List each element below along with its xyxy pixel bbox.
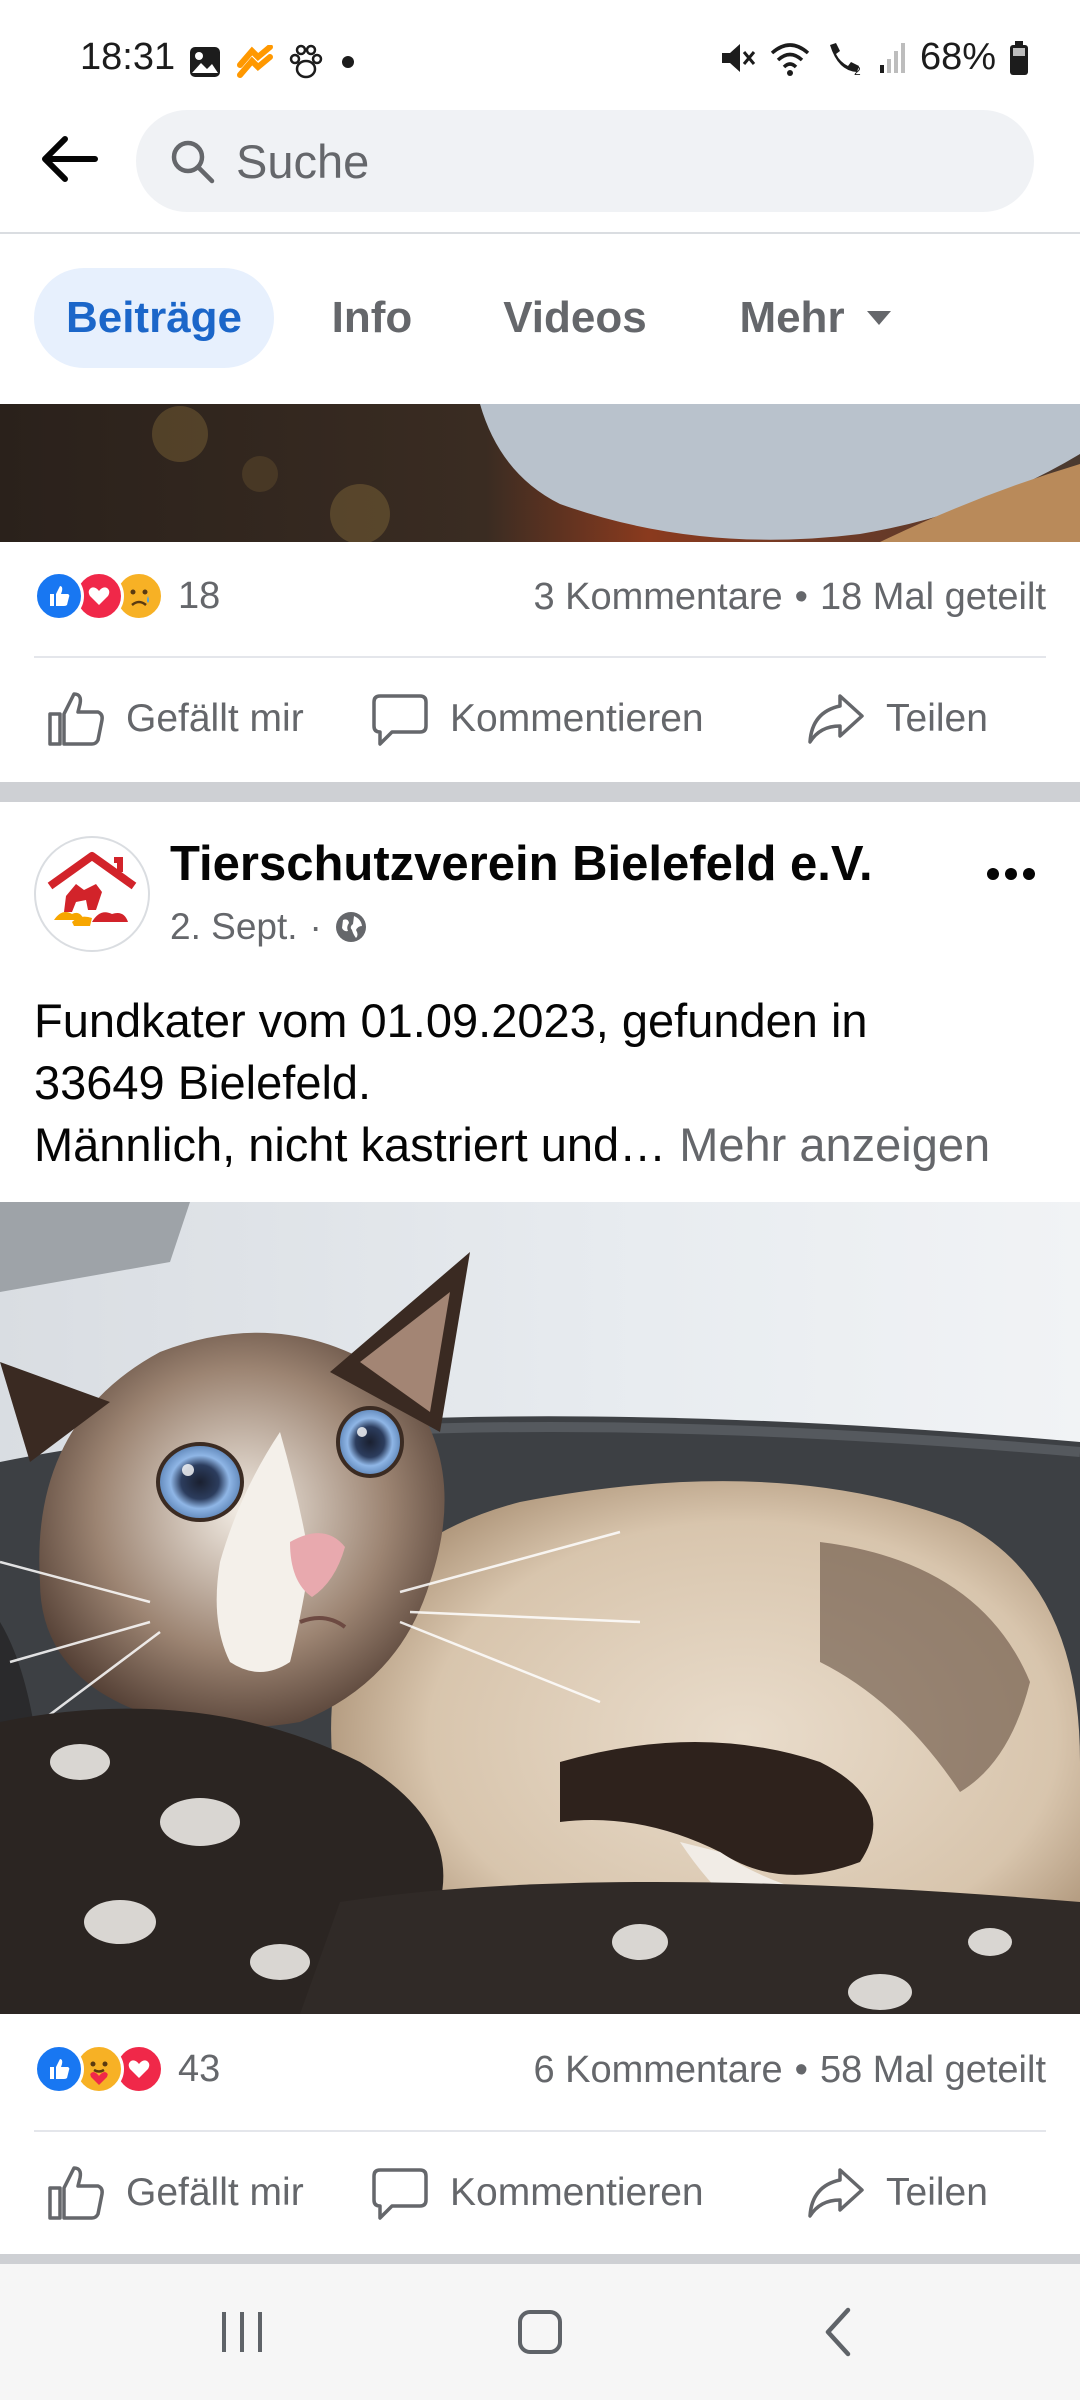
battery-percent: 68% [919, 36, 996, 78]
post-stats: 6 Kommentare • 58 Mal geteilt [533, 2049, 1046, 2092]
stats-separator: • [794, 2049, 808, 2091]
wifi-icon [770, 42, 810, 76]
thumbs-up-icon [48, 692, 104, 746]
status-system-icons: 2 68% [718, 36, 1030, 79]
post-separator [0, 782, 1080, 802]
action-divider [34, 2130, 1046, 2132]
post-separator [0, 2254, 1080, 2264]
home-button[interactable] [500, 2298, 580, 2371]
status-time: 18:31 [80, 36, 176, 78]
post-text-line: Männlich, nicht kastriert und… Mehr anze… [34, 1114, 1054, 1176]
share-button[interactable]: Teilen [806, 690, 988, 748]
post-text-line: 33649 Bielefeld. [34, 1056, 372, 1109]
reaction-summary[interactable]: 43 [34, 2044, 220, 2094]
tab-videos[interactable]: Videos [480, 268, 670, 368]
share-icon [808, 694, 864, 744]
status-notification-icons [188, 42, 358, 82]
post-stats: 3 Kommentare • 18 Mal geteilt [533, 576, 1046, 619]
share-label: Teilen [886, 697, 988, 740]
paw-icon [289, 44, 323, 79]
like-button[interactable]: Gefällt mir [46, 690, 304, 748]
page-avatar[interactable] [34, 836, 150, 952]
comment-icon [372, 2168, 428, 2220]
tab-label: Videos [503, 293, 647, 342]
tab-label: Info [331, 293, 413, 342]
system-back-button[interactable] [800, 2300, 880, 2369]
chevron-left-icon [825, 2307, 851, 2357]
share-button[interactable]: Teilen [806, 2164, 988, 2222]
post-meta: 2. Sept. · [170, 906, 368, 948]
see-more-link[interactable]: Mehr anzeigen [679, 1118, 990, 1171]
comment-label: Kommentieren [450, 697, 704, 740]
thumbs-up-icon [48, 2166, 104, 2220]
comment-label: Kommentieren [450, 2171, 704, 2214]
reaction-count: 43 [178, 2047, 221, 2090]
search-icon [171, 140, 215, 184]
share-icon [808, 2168, 864, 2218]
dot-icon [342, 56, 354, 68]
post-text: Fundkater vom 01.09.2023, gefunden in 33… [34, 990, 1054, 1176]
caret-down-icon [866, 311, 891, 325]
like-button[interactable]: Gefällt mir [46, 2164, 304, 2222]
svg-text:2: 2 [854, 64, 861, 77]
like-reaction-icon [34, 571, 84, 621]
app-notification-icon [237, 45, 273, 78]
home-icon [518, 2310, 562, 2354]
status-bar: 18:31 2 68% [0, 0, 1080, 110]
battery-icon [1010, 40, 1028, 75]
reaction-summary[interactable]: 18 [34, 571, 220, 621]
arrow-left-icon [42, 136, 98, 182]
signal-icon [879, 42, 905, 73]
search-placeholder: Suche [236, 134, 370, 188]
comment-button[interactable]: Kommentieren [370, 2164, 704, 2222]
post-photo[interactable] [0, 1202, 1080, 2014]
recents-icon [222, 2312, 262, 2352]
more-options-button[interactable] [986, 842, 1036, 892]
comment-count[interactable]: 3 Kommentare [533, 576, 782, 619]
share-count[interactable]: 58 Mal geteilt [820, 2049, 1046, 2092]
like-label: Gefällt mir [126, 2171, 304, 2214]
system-nav-bar [0, 2264, 1080, 2400]
tab-label: Beiträge [65, 293, 243, 342]
share-label: Teilen [886, 2171, 988, 2214]
gallery-icon [190, 47, 220, 77]
like-reaction-icon [34, 2044, 84, 2094]
tab-beitraege[interactable]: Beiträge [34, 268, 274, 368]
recent-apps-button[interactable] [200, 2302, 284, 2367]
tab-label: Mehr [739, 293, 845, 342]
stats-separator: • [794, 576, 808, 618]
search-input[interactable]: Suche [136, 110, 1034, 212]
action-divider [34, 656, 1046, 658]
shelter-logo-icon [47, 852, 137, 926]
post-text-truncated: Männlich, nicht kastriert und… [34, 1118, 667, 1171]
reaction-count: 18 [178, 574, 221, 617]
tab-mehr[interactable]: Mehr [716, 268, 916, 368]
tab-info[interactable]: Info [300, 268, 444, 368]
meta-separator: · [309, 906, 322, 947]
globe-icon [335, 912, 366, 942]
more-dots-icon [987, 868, 1035, 880]
post-date[interactable]: 2. Sept. [170, 906, 298, 948]
wifi-call-icon: 2 [829, 42, 861, 77]
share-count[interactable]: 18 Mal geteilt [820, 576, 1046, 619]
like-label: Gefällt mir [126, 697, 304, 740]
post-text-line: Fundkater vom 01.09.2023, gefunden in [34, 994, 868, 1047]
comment-count[interactable]: 6 Kommentare [533, 2049, 782, 2092]
header-divider [0, 232, 1080, 234]
mute-icon [721, 43, 756, 72]
comment-icon [372, 694, 428, 746]
comment-button[interactable]: Kommentieren [370, 690, 704, 748]
back-button[interactable] [34, 124, 104, 194]
page-name[interactable]: Tierschutzverein Bielefeld e.V. [170, 836, 873, 892]
post-photo[interactable] [0, 404, 1080, 542]
